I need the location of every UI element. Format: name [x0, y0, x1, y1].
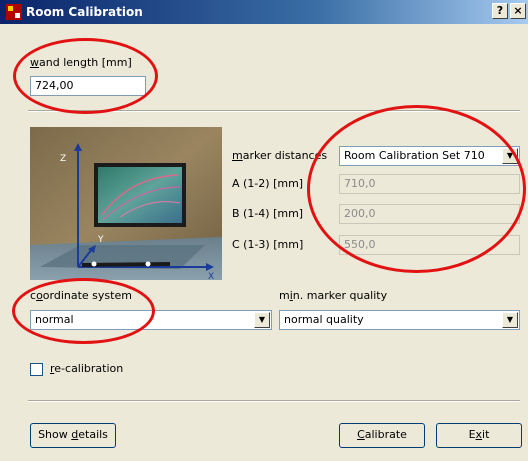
distance-c-label: C (1-3) [mm] [232, 238, 304, 251]
y-axis-label: Y [97, 235, 104, 245]
marker-distances-label: marker distances [232, 149, 328, 162]
marker-quality-select[interactable]: normal quality ▼ [279, 310, 520, 330]
x-axis-label: X [208, 272, 214, 280]
coordinate-system-value: normal [35, 313, 74, 326]
distance-a-field: 710,0 [339, 174, 520, 194]
coordinate-system-select[interactable]: normal ▼ [30, 310, 272, 330]
marker-quality-value: normal quality [284, 313, 364, 326]
room-calibration-dialog: Room Calibration ? × wand length [mm] 72… [0, 0, 528, 461]
close-button[interactable]: × [510, 3, 526, 19]
marker-distances-select[interactable]: Room Calibration Set 710 ▼ [339, 146, 520, 166]
coordinate-system-label: coordinate system [30, 289, 132, 302]
z-axis-label: Z [60, 154, 66, 164]
show-details-button[interactable]: Show details [30, 423, 116, 448]
distance-b-field: 200,0 [339, 204, 520, 224]
window-title: Room Calibration [26, 5, 143, 19]
wand-length-label: wand length [mm] [30, 56, 132, 69]
distance-c-field: 550,0 [339, 235, 520, 255]
exit-button[interactable]: Exit [436, 423, 522, 448]
distance-b-label: B (1-4) [mm] [232, 207, 304, 220]
recalibration-label[interactable]: re-calibration [50, 362, 123, 376]
calibration-illustration: Z Y X [30, 127, 222, 280]
calibrate-button[interactable]: Calibrate [339, 423, 425, 448]
chevron-down-icon[interactable]: ▼ [254, 312, 270, 328]
marker-quality-label: min. marker quality [279, 289, 388, 302]
recalibration-checkbox[interactable] [30, 363, 43, 376]
distance-a-label: A (1-2) [mm] [232, 177, 304, 190]
title-bar[interactable]: Room Calibration ? × [0, 0, 528, 24]
marker-distances-value: Room Calibration Set 710 [344, 149, 485, 162]
chevron-down-icon[interactable]: ▼ [502, 312, 518, 328]
help-button[interactable]: ? [492, 3, 508, 19]
separator [28, 110, 520, 112]
app-icon [6, 4, 22, 20]
separator [28, 400, 520, 402]
wand-length-input[interactable]: 724,00 [30, 76, 146, 96]
chevron-down-icon[interactable]: ▼ [502, 148, 518, 164]
